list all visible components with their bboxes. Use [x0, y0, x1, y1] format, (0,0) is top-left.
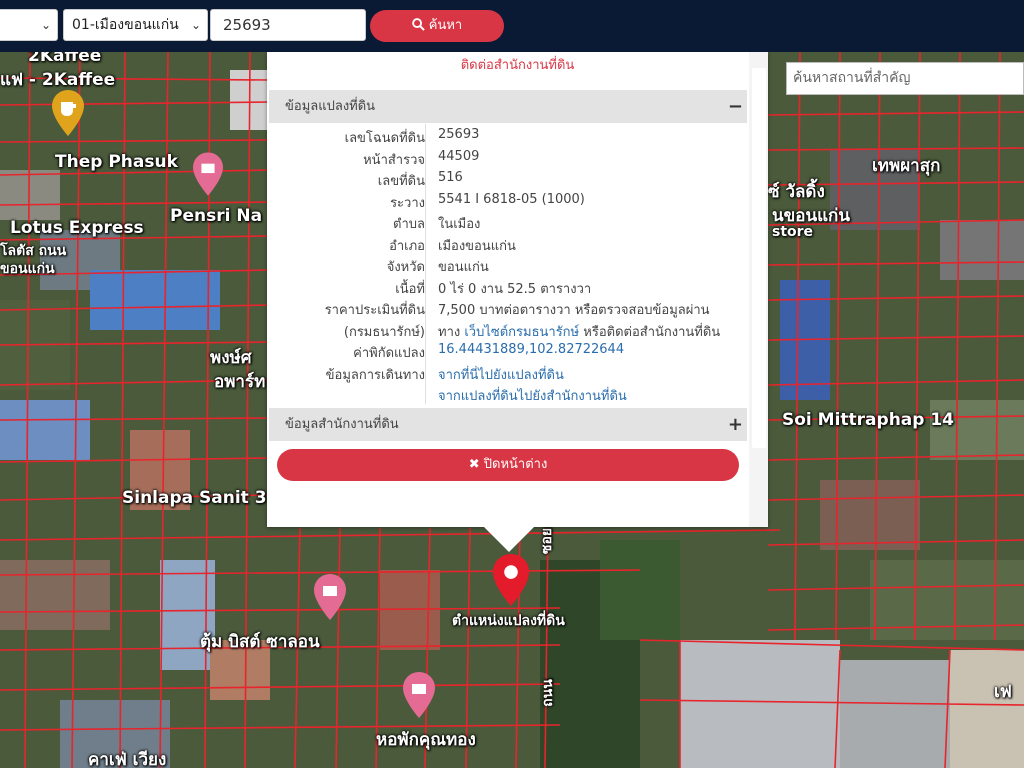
price-line2-text-b: หรือติดต่อสำนักงานที่ดิน	[583, 324, 721, 340]
section-parcel-info-header[interactable]: ข้อมูลแปลงที่ดิน −	[269, 90, 747, 123]
province-select[interactable]: ⌄	[0, 9, 58, 41]
table-row: เลขที่ดิน 516	[267, 167, 747, 189]
price-line2-text: ทาง	[438, 324, 461, 340]
row-value: 25693	[438, 127, 480, 142]
section-land-office-header[interactable]: ข้อมูลสำนักงานที่ดิน +	[269, 408, 747, 441]
place-search-input[interactable]: ค้นหาสถานที่สำคัญ	[786, 62, 1024, 95]
poi-soi-mittraphap: Soi Mittraphap 14	[782, 410, 955, 430]
district-select-value: 01-เมืองขอนแก่น	[72, 17, 179, 33]
parcel-info-popup: ติดต่อสำนักงานที่ดิน ข้อมูลแปลงที่ดิน − …	[267, 52, 768, 527]
poi-pongsri: พงษ์ศ	[210, 348, 252, 368]
table-row: ค่าพิกัดแปลง 16.44431889,102.82722644	[267, 339, 747, 361]
table-row: จังหวัด ขอนแก่น	[267, 253, 747, 275]
chevron-down-icon: ⌄	[40, 18, 51, 32]
search-button[interactable]: ค้นหา	[370, 10, 504, 42]
chevron-down-icon: ⌄	[190, 18, 201, 32]
row-value: 44509	[438, 148, 480, 164]
poi-right-edge: เฟ	[994, 682, 1012, 702]
poi-store: store	[772, 224, 814, 240]
shopping-pin-icon[interactable]	[403, 672, 435, 718]
top-search-bar: ⌄ 01-เมืองขอนแก่น ⌄ 25693 ค้นหา	[0, 0, 1024, 52]
poi-parcel-location: ตำแหน่งแปลงที่ดิน	[452, 613, 565, 629]
poi-dum: ตุ้ม บิสต์ ซาลอน	[200, 632, 320, 652]
poi-bottom: คาเฟ่ เวียง	[88, 750, 167, 768]
poi-lotus-express: Lotus Express	[10, 218, 144, 238]
parcel-number-input[interactable]: 25693	[210, 9, 366, 41]
expand-icon[interactable]: +	[728, 408, 743, 441]
poi-lotus-th2: ขอนแก่น	[0, 261, 55, 277]
directions-to-office-link[interactable]: จากแปลงที่ดินไปยังสำนักงานที่ดิน	[438, 385, 627, 406]
table-row: หน้าสำรวจ 44509	[267, 146, 747, 168]
coffee-pin-icon[interactable]	[52, 90, 84, 136]
row-value: 5541 I 6818-05 (1000)	[438, 191, 585, 207]
table-row: ราคาประเมินที่ดิน 7,500 บาทต่อตารางวา หร…	[267, 296, 747, 318]
poi-hor: หอพักคุณทอง	[376, 730, 476, 750]
close-window-button[interactable]: ✖ ปิดหน้าต่าง	[277, 449, 739, 481]
parcel-info-table: เลขโฉนดที่ดิน 25693 หน้าสำรวจ 44509 เลขท…	[267, 124, 747, 404]
poi-road-vert: ถนน	[539, 679, 556, 707]
map-pin-icon[interactable]	[492, 554, 530, 606]
treasury-website-link[interactable]: เว็บไซต์กรมธนารักษ์	[464, 325, 579, 340]
search-icon	[411, 18, 425, 31]
shopping-pin-icon[interactable]	[193, 152, 223, 196]
table-row: เนื้อที่ 0 ไร่ 0 งาน 52.5 ตารางวา	[267, 275, 747, 297]
table-row: (กรมธนารักษ์) ทาง เว็บไซต์กรมธนารักษ์ หร…	[267, 318, 747, 340]
poi-silapa: Sinlapa Sanit 3	[122, 488, 267, 508]
poi-thep-phasuk: Thep Phasuk	[55, 152, 178, 172]
section-land-office-title: ข้อมูลสำนักงานที่ดิน	[285, 417, 399, 432]
popup-scrollbar[interactable]	[749, 52, 768, 527]
district-select[interactable]: 01-เมืองขอนแก่น ⌄	[63, 9, 208, 41]
table-row: เลขโฉนดที่ดิน 25693	[267, 124, 747, 146]
search-button-label: ค้นหา	[428, 18, 463, 33]
poi-2kaffee: แฟ - 2Kaffee	[0, 70, 116, 90]
poi-apartment: อพาร์ท	[214, 372, 266, 392]
section-parcel-info-title: ข้อมูลแปลงที่ดิน	[285, 99, 376, 114]
poi-store-th: ซ์ วัลดิ้ง	[768, 182, 825, 202]
popup-scrollbar-thumb[interactable]	[752, 68, 766, 448]
table-row: ข้อมูลการเดินทาง จากที่นี่ไปยังแปลงที่ดิ…	[267, 361, 747, 383]
poi-thep-phasuk-th: เทพผาสุก	[872, 156, 941, 176]
table-row: อำเภอ เมืองขอนแก่น	[267, 232, 747, 254]
collapse-icon[interactable]: −	[728, 90, 743, 123]
shopping-pin-icon[interactable]	[314, 574, 346, 620]
poi-2kaffee-top: 2Kaffee	[28, 52, 102, 66]
popup-pointer	[483, 526, 535, 552]
close-window-label: ปิดหน้าต่าง	[483, 457, 548, 472]
close-x-icon: ✖	[468, 457, 480, 472]
table-row: ตำบล ในเมือง	[267, 210, 747, 232]
poi-pensri: Pensri Na	[170, 206, 263, 226]
poi-road-vert2: ซอย	[539, 527, 556, 555]
table-row: ระวาง 5541 I 6818-05 (1000)	[267, 189, 747, 211]
table-row: จากแปลงที่ดินไปยังสำนักงานที่ดิน	[267, 382, 747, 404]
row-value: 516	[438, 170, 463, 185]
contact-notice: ติดต่อสำนักงานที่ดิน	[460, 58, 575, 73]
coordinates-link[interactable]: 16.44431889,102.82722644	[438, 342, 624, 357]
